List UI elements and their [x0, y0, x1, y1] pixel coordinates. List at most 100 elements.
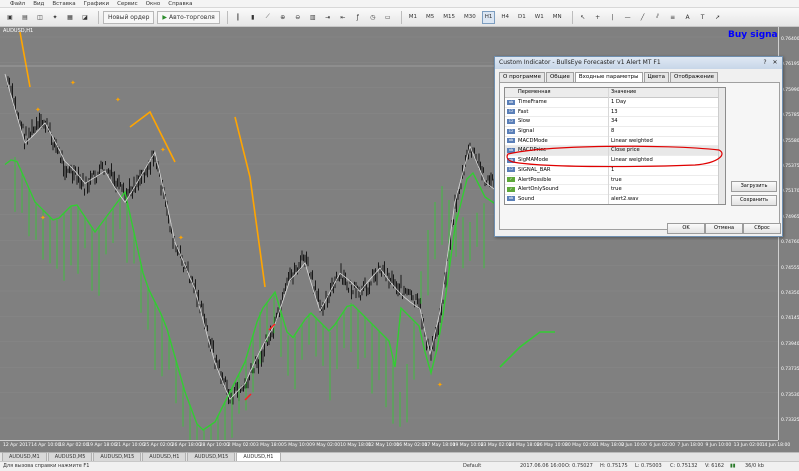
timeframe-h1-button[interactable]: H1	[482, 11, 496, 24]
parameter-row[interactable]: 12SIGNAL_BAR1	[505, 166, 725, 176]
parameter-value[interactable]: 1	[611, 167, 614, 173]
parameter-row[interactable]: abMACDModeLinear weighted	[505, 137, 725, 147]
time-tick-label: 30 May 02:00	[565, 443, 596, 448]
parameter-value[interactable]: 13	[611, 109, 618, 115]
menu-item[interactable]: Вид	[33, 1, 44, 7]
auto-trading-button[interactable]: ▶Авто-торговля	[157, 11, 219, 24]
time-tick-label: 16 May 02:00	[396, 443, 427, 448]
candlestick-icon[interactable]: ▮	[247, 11, 259, 24]
dialog-title-bar[interactable]: Custom Indicator - BullsEye Forecaster v…	[495, 57, 782, 69]
timeframe-m1-button[interactable]: M1	[406, 11, 420, 24]
orange-indicator-line	[235, 117, 265, 287]
parameter-value[interactable]: Close price	[611, 147, 640, 153]
vertical-line-icon[interactable]: |	[607, 11, 619, 24]
market-watch-icon[interactable]: ◫	[34, 11, 46, 24]
timeframe-h4-button[interactable]: H4	[498, 11, 512, 24]
navigator-icon[interactable]: ✦	[49, 11, 61, 24]
help-icon[interactable]: ?	[761, 59, 769, 67]
text-tool-icon[interactable]: A	[682, 11, 694, 24]
reset-button[interactable]: Сброс	[743, 223, 781, 234]
new-order-button[interactable]: Новый ордер	[103, 11, 154, 24]
chart-tab[interactable]: AUDUSD,M1	[2, 452, 47, 461]
indicators-icon[interactable]: ƒ	[352, 11, 364, 24]
timeframe-d1-button[interactable]: D1	[515, 11, 529, 24]
parameter-row[interactable]: ✓AlertOnlySoundtrue	[505, 185, 725, 195]
dialog-tab[interactable]: Общие	[546, 72, 574, 82]
new-chart-icon[interactable]: ▣	[4, 11, 16, 24]
parameter-row[interactable]: 12Signal8	[505, 127, 725, 137]
fibonacci-icon[interactable]: ≡	[667, 11, 679, 24]
bar-chart-icon[interactable]: ┃	[232, 11, 244, 24]
parameter-value[interactable]: true	[611, 177, 622, 183]
time-tick-label: 7 Jun 18:00	[677, 443, 703, 448]
timeframe-m15-button[interactable]: M15	[440, 11, 458, 24]
parameter-row[interactable]: abSoundalert2.wav	[505, 195, 725, 205]
timeframe-mn-button[interactable]: MN	[550, 11, 565, 24]
parameter-row[interactable]: 12Slow34	[505, 117, 725, 127]
cancel-button[interactable]: Отмена	[705, 223, 743, 234]
templates-icon[interactable]: ▭	[382, 11, 394, 24]
time-tick-label: 3 May 18:00	[256, 443, 284, 448]
chart-tab[interactable]: AUDUSD,H1	[142, 452, 186, 461]
crosshair-icon[interactable]: +	[592, 11, 604, 24]
periods-icon[interactable]: ◷	[367, 11, 379, 24]
horizontal-line-icon[interactable]: —	[622, 11, 634, 24]
parameters-table: Переменная Значение abTimeFrame1 Day12Fa…	[504, 87, 726, 205]
line-chart-icon[interactable]: ⟋	[262, 11, 274, 24]
menu-item[interactable]: Справка	[168, 1, 192, 7]
parameter-value[interactable]: 1 Day	[611, 99, 626, 105]
parameter-row[interactable]: abTimeFrame1 Day	[505, 98, 725, 108]
zoom-in-icon[interactable]: ⊕	[277, 11, 289, 24]
time-tick-label: 21 Apr 10:00	[115, 443, 144, 448]
arrows-icon[interactable]: ➚	[712, 11, 724, 24]
trendline-icon[interactable]: ╱	[637, 11, 649, 24]
profiles-icon[interactable]: ▤	[19, 11, 31, 24]
parameter-value[interactable]: 34	[611, 118, 618, 124]
timeframe-m5-button[interactable]: M5	[423, 11, 437, 24]
parameters-scrollbar[interactable]	[718, 88, 725, 204]
toolbar-separator	[401, 11, 402, 24]
chart-shift-icon[interactable]: ⇤	[337, 11, 349, 24]
parameter-value[interactable]: Linear weighted	[611, 157, 653, 163]
menu-item[interactable]: Файл	[10, 1, 25, 7]
zoom-out-icon[interactable]: ⊖	[292, 11, 304, 24]
parameter-row[interactable]: ✓AlertPossibletrue	[505, 176, 725, 186]
load-button[interactable]: Загрузить	[731, 181, 777, 192]
menu-item[interactable]: Вставка	[52, 1, 75, 7]
menu-item[interactable]: Окно	[146, 1, 161, 7]
menu-item[interactable]: Сервис	[117, 1, 138, 7]
parameter-row[interactable]: abSigMAModeLinear weighted	[505, 156, 725, 166]
parameter-value[interactable]: alert2.wav	[611, 196, 638, 202]
menu-item[interactable]: Графики	[84, 1, 109, 7]
chart-tab[interactable]: AUDUSD,M5	[48, 452, 93, 461]
column-header-value: Значение	[611, 89, 636, 95]
timeframe-m30-button[interactable]: M30	[461, 11, 479, 24]
param-type-icon: 12	[507, 119, 515, 124]
autoscroll-icon[interactable]: ⇥	[322, 11, 334, 24]
tester-icon[interactable]: ◪	[79, 11, 91, 24]
dialog-tab[interactable]: Отображение	[670, 72, 718, 82]
parameter-value[interactable]: 8	[611, 128, 614, 134]
parameter-value[interactable]: true	[611, 186, 622, 192]
chart-tab[interactable]: AUDUSD,H1	[236, 452, 280, 461]
chart-tab[interactable]: AUDUSD,M15	[187, 452, 235, 461]
save-button[interactable]: Сохранить	[731, 195, 777, 206]
label-tool-icon[interactable]: T	[697, 11, 709, 24]
parameter-value[interactable]: Linear weighted	[611, 138, 653, 144]
parameter-row[interactable]: abMACDPriceClose price	[505, 146, 725, 156]
timeframe-w1-button[interactable]: W1	[532, 11, 547, 24]
parameter-row[interactable]: 12Fast13	[505, 108, 725, 118]
time-tick-label: 12 Apr 2017	[3, 443, 31, 448]
toolbar: ▣ ▤ ◫ ✦ ▦ ◪ Новый ордер ▶Авто-торговля ┃…	[0, 8, 799, 27]
dialog-tab[interactable]: Цвета	[644, 72, 669, 82]
terminal-icon[interactable]: ▦	[64, 11, 76, 24]
dialog-tab[interactable]: О программе	[499, 72, 545, 82]
ok-button[interactable]: OK	[667, 223, 705, 234]
cursor-icon[interactable]: ↖	[577, 11, 589, 24]
close-icon[interactable]: ✕	[771, 59, 779, 67]
time-tick-label: 23 May 02:00	[481, 443, 512, 448]
channel-icon[interactable]: ⫽	[652, 11, 664, 24]
chart-tab[interactable]: AUDUSD,M15	[93, 452, 141, 461]
tile-windows-icon[interactable]: ▥	[307, 11, 319, 24]
parameter-name: Signal	[518, 128, 534, 134]
